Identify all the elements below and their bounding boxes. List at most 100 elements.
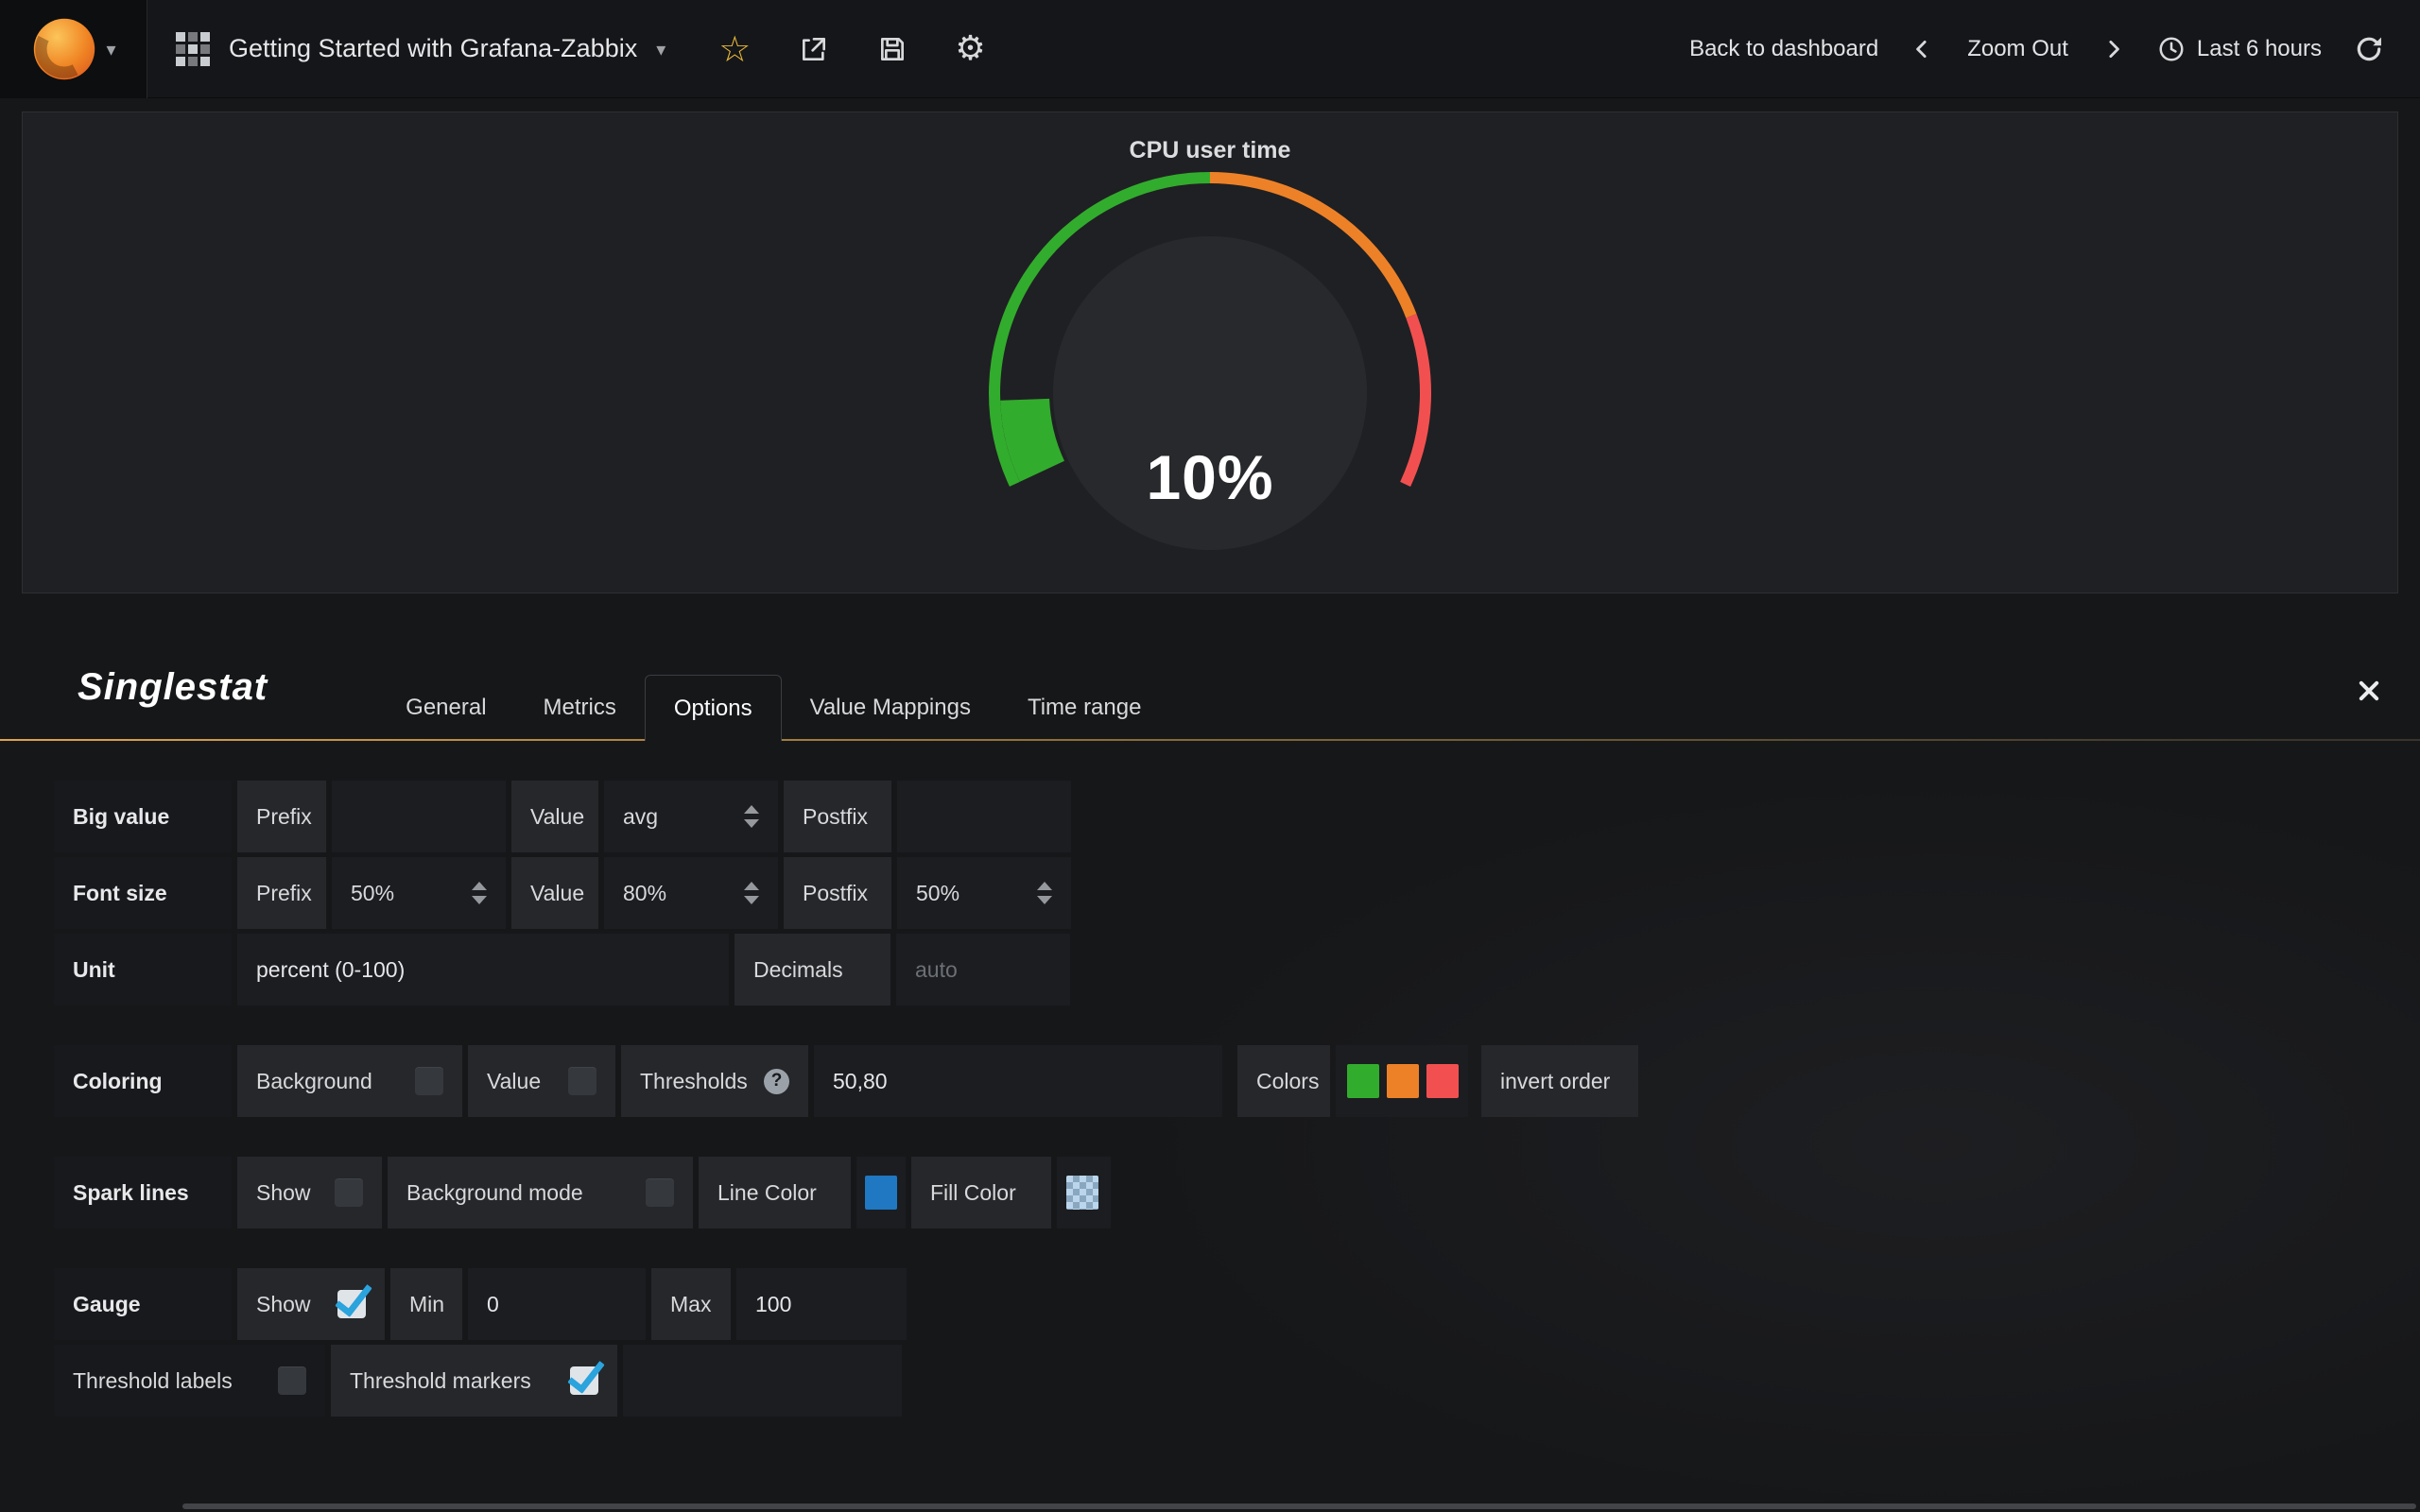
font-size-label: Font size [54,857,232,929]
grafana-menu-button[interactable]: ▾ [0,0,147,98]
zoom-out-button[interactable]: Zoom Out [1967,36,2068,62]
spark-lines-row: Spark lines Show Background mode Line Co… [54,1157,2420,1228]
tab-underline [0,739,2420,741]
gauge-label: Gauge [54,1268,232,1340]
gauge-thresholds-row: Threshold labels Threshold markers [54,1345,2420,1417]
gear-icon[interactable]: ⚙ [955,32,985,66]
value-checkbox[interactable] [568,1067,596,1095]
close-editor-button[interactable] [2356,678,2382,741]
colors-label: Colors [1237,1045,1330,1117]
empty-cell [623,1345,902,1417]
coloring-value-toggle[interactable]: Value [468,1045,615,1117]
threshold-color-3-swatch[interactable] [1426,1064,1459,1098]
background-label: Background [256,1069,372,1094]
caret-down-icon: ▾ [106,40,115,59]
gauge: 10% [926,166,1494,582]
gauge-svg [926,166,1494,582]
navbar-right: Back to dashboard Zoom Out Last 6 hours [1689,34,2384,64]
line-color-swatch[interactable] [865,1176,897,1210]
save-icon[interactable] [877,34,908,64]
coloring-label: Coloring [54,1045,232,1117]
coloring-background-toggle[interactable]: Background [237,1045,462,1117]
spark-show-checkbox[interactable] [335,1178,363,1207]
tab-metrics[interactable]: Metrics [515,675,645,741]
gauge-show-toggle[interactable]: Show [237,1268,385,1340]
select-arrows-icon [744,805,759,828]
chevron-left-icon[interactable] [1910,37,1935,61]
tab-options[interactable]: Options [645,675,782,741]
panel-title[interactable]: CPU user time [23,112,2397,164]
value-options-section: Big value Prefix Value avg Postfix Font … [54,781,2420,1005]
back-to-dashboard-button[interactable]: Back to dashboard [1689,36,1878,62]
prefix-label: Prefix [237,781,326,852]
big-value-function-select[interactable]: avg [604,781,778,852]
font-size-row: Font size Prefix 50% Value 80% Postfix 5… [54,857,2420,929]
select-arrows-icon [1037,882,1052,904]
background-mode-checkbox[interactable] [646,1178,674,1207]
singlestat-panel: CPU user time 10% [22,112,2398,593]
gauge-section: Gauge Show Min Max Threshold labels Thre… [54,1268,2420,1417]
refresh-icon[interactable] [2354,34,2384,64]
thresholds-help-icon[interactable]: ? [764,1069,789,1094]
big-value-postfix-input[interactable] [897,781,1071,852]
background-mode-toggle[interactable]: Background mode [388,1157,693,1228]
selected-function: avg [623,804,658,830]
time-picker-button[interactable]: Last 6 hours [2157,35,2322,63]
unit-select[interactable]: percent (0-100) [237,934,729,1005]
decimals-input[interactable] [896,934,1070,1005]
selected-value-size: 80% [623,881,666,906]
star-icon[interactable]: ☆ [718,31,751,67]
threshold-markers-checkbox[interactable] [570,1366,598,1395]
invert-order-button[interactable]: invert order [1481,1045,1638,1117]
gauge-value: 10% [926,441,1494,513]
line-color-label: Line Color [699,1157,851,1228]
grafana-logo-icon [30,15,98,83]
navbar-actions: ☆ ⚙ [718,31,985,67]
prefix-label: Prefix [237,857,326,929]
caret-down-icon: ▾ [656,40,666,59]
background-checkbox[interactable] [415,1067,443,1095]
editor-header: Singlestat General Metrics Options Value… [0,593,2420,741]
chevron-right-icon[interactable] [2100,37,2125,61]
postfix-font-size-select[interactable]: 50% [897,857,1071,929]
coloring-row: Coloring Background Value Thresholds ? C… [54,1045,2420,1117]
spark-show-toggle[interactable]: Show [237,1157,382,1228]
gauge-min-input[interactable] [468,1268,646,1340]
horizontal-scrollbar[interactable] [182,1503,2416,1509]
share-icon[interactable] [798,34,830,64]
threshold-markers-toggle[interactable]: Threshold markers [331,1345,617,1417]
line-color-cell [856,1157,906,1228]
threshold-color-2-swatch[interactable] [1387,1064,1419,1098]
dashboard-title-button[interactable]: Getting Started with Grafana-Zabbix ▾ [147,0,694,98]
threshold-labels-checkbox[interactable] [278,1366,306,1395]
tab-value-mappings[interactable]: Value Mappings [782,675,999,741]
time-range-label: Last 6 hours [2197,36,2322,62]
editor-tabs: General Metrics Options Value Mappings T… [377,675,1169,741]
fill-color-swatch[interactable] [1066,1176,1098,1210]
max-label: Max [651,1268,731,1340]
selected-postfix-size: 50% [916,881,959,906]
tab-time-range[interactable]: Time range [999,675,1170,741]
editor-panel-type: Singlestat [78,666,268,741]
select-arrows-icon [744,882,759,904]
navbar: ▾ Getting Started with Grafana-Zabbix ▾ … [0,0,2420,98]
gauge-show-checkbox[interactable] [337,1290,366,1318]
background-mode-label: Background mode [406,1180,583,1206]
threshold-color-1-swatch[interactable] [1347,1064,1379,1098]
prefix-font-size-select[interactable]: 50% [332,857,506,929]
show-label: Show [256,1292,311,1317]
threshold-labels-toggle[interactable]: Threshold labels [54,1345,325,1417]
unit-label: Unit [54,934,232,1005]
big-value-prefix-input[interactable] [332,781,506,852]
selected-prefix-size: 50% [351,881,394,906]
tab-general[interactable]: General [377,675,514,741]
options-form: Big value Prefix Value avg Postfix Font … [0,741,2420,1417]
gauge-max-input[interactable] [736,1268,907,1340]
big-value-label: Big value [54,781,232,852]
fill-color-label: Fill Color [911,1157,1051,1228]
spark-lines-section: Spark lines Show Background mode Line Co… [54,1157,2420,1228]
thresholds-input[interactable] [814,1045,1222,1117]
select-arrows-icon [472,882,487,904]
value-label: Value [511,857,598,929]
value-font-size-select[interactable]: 80% [604,857,778,929]
